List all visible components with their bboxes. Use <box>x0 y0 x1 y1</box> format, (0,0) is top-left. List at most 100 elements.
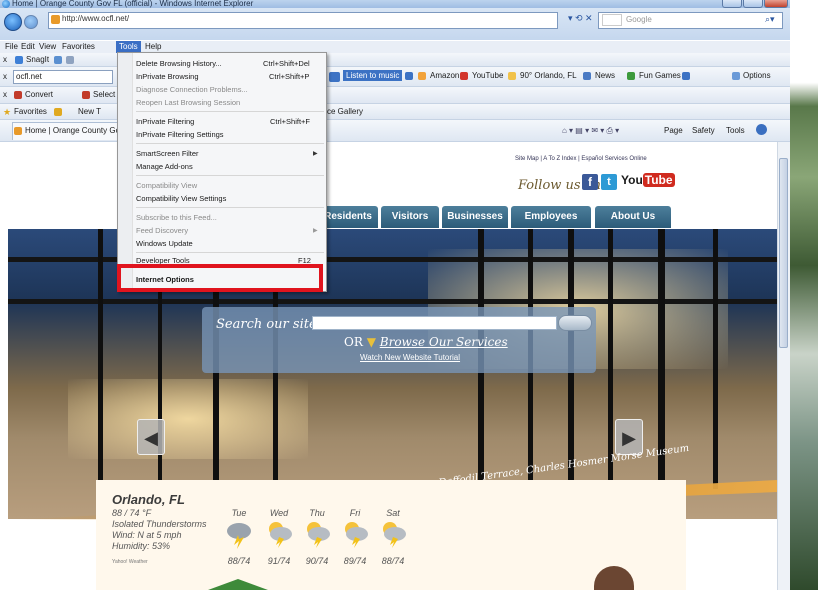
news-icon <box>583 72 591 80</box>
menu-reopen-session: Reopen Last Browsing Session <box>136 98 241 107</box>
site-favicon-icon <box>51 15 60 24</box>
partly-sunny-storm-icon <box>345 522 368 548</box>
menu-inprivate-filtering[interactable]: InPrivate Filtering <box>136 117 194 126</box>
site-top-links[interactable]: Site Map | A To Z Index | Español Servic… <box>515 156 647 162</box>
menu-smartscreen-filter[interactable]: SmartScreen Filter <box>136 149 199 158</box>
menu-divider <box>136 111 324 112</box>
weather-humidity: Humidity: 53% <box>112 541 171 551</box>
menu-inprivate-browsing[interactable]: InPrivate Browsing <box>136 72 199 81</box>
more-links-icon[interactable] <box>682 72 690 80</box>
nav-tab-residents[interactable]: Residents <box>318 206 378 228</box>
help-icon[interactable] <box>756 124 767 135</box>
link-amazon[interactable]: Amazon <box>430 71 459 80</box>
capture-settings-icon[interactable] <box>66 56 74 64</box>
options-button[interactable]: Options <box>743 71 771 80</box>
menu-compatibility-view-settings[interactable]: Compatibility View Settings <box>136 194 226 203</box>
toolbar-search-value: ocfl.net <box>16 72 42 81</box>
weather-icon <box>508 72 516 80</box>
weather-city: Orlando, FL <box>112 492 185 507</box>
pdf-convert-icon <box>14 91 22 99</box>
ie-logo-icon <box>2 0 10 8</box>
menu-divider <box>136 143 324 144</box>
link-news[interactable]: News <box>595 71 615 80</box>
slideshow-prev-button[interactable]: ◀ <box>137 419 165 455</box>
menu-inprivate-filtering-settings[interactable]: InPrivate Filtering Settings <box>136 130 224 139</box>
menu-compatibility-view: Compatibility View <box>136 181 198 190</box>
minimize-button[interactable] <box>722 0 742 8</box>
shortcut-inprivate: Ctrl+Shift+P <box>269 72 310 81</box>
toolbar-close-x[interactable]: x <box>3 55 7 64</box>
nav-tab-businesses[interactable]: Businesses <box>442 206 508 228</box>
site-search-input[interactable] <box>312 316 557 330</box>
menu-manage-addons[interactable]: Manage Add-ons <box>136 162 193 171</box>
convert-button[interactable]: Convert <box>25 90 53 99</box>
refresh-stop-icons[interactable]: ▾ ⟲ ✕ <box>568 13 593 24</box>
new-tab-link[interactable]: New T <box>78 107 101 116</box>
shortcut-inprivate-filtering: Ctrl+Shift+F <box>270 117 311 126</box>
menu-windows-update[interactable]: Windows Update <box>136 239 193 248</box>
website-tutorial-link[interactable]: Watch New Website Tutorial <box>360 353 460 362</box>
gallery-link[interactable]: ce Gallery <box>327 107 363 116</box>
twitter-icon[interactable]: t <box>601 174 617 190</box>
select-button[interactable]: Select <box>93 90 115 99</box>
menu-divider <box>136 175 324 176</box>
link-youtube[interactable]: YouTube <box>472 71 503 80</box>
page-menu[interactable]: Page <box>664 126 683 135</box>
facebook-icon[interactable]: f <box>582 174 598 190</box>
browse-icon: ▼ <box>366 335 376 349</box>
maximize-button[interactable] <box>743 0 763 8</box>
games-icon <box>627 72 635 80</box>
forecast-day: Thu <box>309 508 325 518</box>
dropdown-arrow-icon[interactable] <box>405 72 413 80</box>
menu-subscribe-feed: Subscribe to this Feed... <box>136 213 217 222</box>
link-fun-games[interactable]: Fun Games <box>639 71 681 80</box>
favorites-button[interactable]: Favorites <box>14 107 47 116</box>
nav-tab-about-us[interactable]: About Us <box>595 206 671 228</box>
menu-delete-history[interactable]: Delete Browsing History... <box>136 59 222 68</box>
youtube-logo-icon[interactable]: You Tube <box>621 173 675 191</box>
menu-divider <box>136 207 324 208</box>
menu-view[interactable]: View <box>36 41 59 53</box>
safety-menu[interactable]: Safety <box>692 126 715 135</box>
listen-music-button[interactable]: Listen to music <box>343 70 403 81</box>
tab-title: Home | Orange County Gov <box>25 126 125 135</box>
back-button[interactable] <box>4 13 22 31</box>
youtube-icon <box>460 72 468 80</box>
partly-sunny-storm-icon <box>307 522 330 548</box>
forecast-temp: 88/74 <box>381 556 405 566</box>
select-icon <box>82 91 90 99</box>
search-placeholder: Google <box>626 15 652 24</box>
submenu-arrow-icon: ▶ <box>313 228 318 234</box>
desktop-wallpaper <box>790 0 818 590</box>
window-title: Home | Orange County Gov FL (official) -… <box>12 0 254 8</box>
site-search-label: Search our site <box>216 317 317 332</box>
home-feeds-print-icons[interactable]: ⌂ ▾ ▤ ▾ ✉ ▾ ⎙ ▾ <box>562 126 619 136</box>
menu-icon-gutter <box>118 53 133 291</box>
browse-services-text: Browse Our Services <box>379 335 508 349</box>
link-weather[interactable]: 90° Orlando, FL <box>520 71 577 80</box>
site-search-button[interactable] <box>558 315 592 331</box>
snagit-label[interactable]: SnagIt <box>26 55 49 64</box>
forecast-day: Fri <box>349 508 361 518</box>
menu-favorites[interactable]: Favorites <box>59 41 98 53</box>
add-favorite-icon[interactable] <box>54 108 62 116</box>
nav-tab-employees[interactable]: Employees <box>511 206 591 228</box>
forecast-day: Wed <box>269 508 289 518</box>
media-play-icon[interactable] <box>329 72 340 82</box>
partly-sunny-storm-icon <box>383 522 406 548</box>
weather-condition: Isolated Thunderstorms <box>112 519 207 529</box>
forecast-temp: 89/74 <box>343 556 367 566</box>
scrollbar-thumb[interactable] <box>779 158 788 348</box>
browse-services-link[interactable]: OR ▼ Browse Our Services <box>344 335 508 349</box>
menu-edit[interactable]: Edit <box>18 41 38 53</box>
weather-wind: Wind: N at 5 mph <box>112 530 182 540</box>
forward-button[interactable] <box>24 15 38 29</box>
tools-menu[interactable]: Tools <box>726 126 745 135</box>
nav-tab-visitors[interactable]: Visitors <box>381 206 439 228</box>
options-icon <box>732 72 740 80</box>
weather-credit[interactable]: Yahoo! Weather <box>112 559 148 565</box>
search-icon[interactable]: ⌕▾ <box>765 14 775 25</box>
thunderstorm-icon <box>227 523 251 549</box>
close-window-button[interactable] <box>764 0 788 8</box>
capture-icon[interactable] <box>54 56 62 64</box>
